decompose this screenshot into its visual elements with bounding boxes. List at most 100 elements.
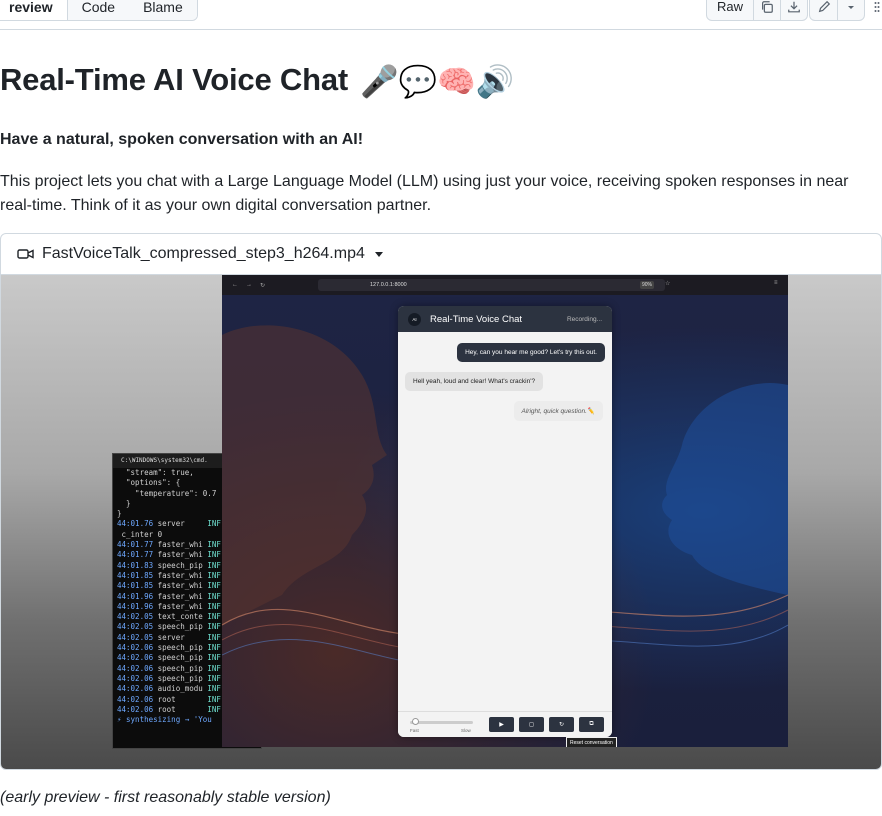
raw-button[interactable]: Raw: [707, 0, 753, 20]
kebab-icon: [874, 2, 879, 12]
tab-code[interactable]: Code: [67, 0, 130, 20]
chevron-down-icon: [848, 5, 854, 9]
log-timestamp: 44:02.05: [117, 612, 154, 622]
copy-raw-button[interactable]: [753, 0, 780, 20]
star-icon: ☆: [665, 281, 671, 287]
recording-status: Recording...: [566, 315, 602, 323]
log-level: INF: [207, 591, 221, 601]
video-camera-icon: [17, 249, 34, 259]
log-timestamp: 44:01.77: [117, 550, 154, 560]
browser-toolbar: ← → ↻ 127.0.0.1:8000 90% ☆ ≡: [222, 275, 788, 295]
log-source: c_inter 0: [121, 529, 163, 539]
stop-icon: ◻: [529, 722, 534, 728]
url-bar: 127.0.0.1:8000: [318, 279, 665, 291]
play-icon: ▶: [499, 722, 504, 728]
log-timestamp: 44:02.06: [117, 673, 154, 683]
log-timestamp: 44:01.96: [117, 601, 154, 611]
caret-down-icon: [374, 251, 383, 257]
download-button[interactable]: [780, 0, 807, 20]
readme-title-text: Real-Time AI Voice Chat: [0, 62, 348, 97]
log-timestamp: 44:01.76: [117, 519, 154, 529]
forward-icon: →: [246, 282, 252, 288]
log-timestamp: 44:01.77: [117, 540, 154, 550]
chat-header: AI Real-Time Voice Chat Recording...: [398, 306, 612, 332]
log-level: INF: [207, 550, 221, 560]
log-source: server: [157, 519, 203, 529]
log-level: INF: [207, 601, 221, 611]
readme-caption: (early preview - first reasonably stable…: [0, 789, 331, 806]
readme-title: Real-Time AI Voice Chat 🎤💬🧠🔊: [0, 62, 514, 100]
pencil-icon: [818, 0, 830, 12]
edit-actions-group: [809, 0, 865, 21]
stop-button[interactable]: ◻: [519, 717, 544, 732]
log-source: root: [157, 704, 203, 714]
browser-window: ← → ↻ 127.0.0.1:8000 90% ☆ ≡ AI Real-Tim…: [222, 275, 788, 747]
log-level: INF: [207, 581, 221, 591]
zoom-badge: 90%: [640, 281, 655, 289]
reset-button[interactable]: ↻: [549, 717, 574, 732]
log-timestamp: 44:02.06: [117, 653, 154, 663]
log-timestamp: 44:02.05: [117, 622, 154, 632]
view-tabs: review Code Blame: [0, 0, 198, 21]
voice-chat-panel: AI Real-Time Voice Chat Recording... Hey…: [398, 306, 612, 737]
log-level: INF: [207, 653, 221, 663]
left-face-silhouette: [222, 325, 387, 625]
video-card: FastVoiceTalk_compressed_step3_h264.mp4 …: [0, 233, 882, 770]
log-level: INF: [207, 704, 221, 714]
title-emoji-icons: 🎤💬🧠🔊: [360, 64, 515, 100]
log-level: INF: [207, 612, 221, 622]
readme-tagline: Have a natural, spoken conversation with…: [0, 131, 364, 148]
log-source: speech_pip: [157, 622, 203, 632]
back-icon: ←: [232, 282, 238, 288]
tab-preview[interactable]: review: [0, 0, 68, 20]
log-level: INF: [207, 540, 221, 550]
log-timestamp: 44:02.05: [117, 632, 154, 642]
speed-slider-knob[interactable]: [412, 718, 419, 725]
log-source: speech_pip: [157, 653, 203, 663]
log-level: INF: [207, 684, 221, 694]
download-icon: [788, 1, 800, 12]
video-filename: FastVoiceTalk_compressed_step3_h264.mp4: [42, 245, 365, 262]
file-actions-group: Raw: [706, 0, 809, 21]
log-source: server: [157, 632, 203, 642]
start-button[interactable]: ▶: [489, 717, 514, 732]
log-level: INF: [207, 663, 221, 673]
log-source: speech_pip: [157, 643, 203, 653]
log-level: INF: [207, 673, 221, 683]
log-source: faster_whi: [157, 581, 203, 591]
log-timestamp: 44:02.06: [117, 694, 154, 704]
log-source: audio_modu: [157, 684, 203, 694]
message-ai: Hell yeah, loud and clear! What's cracki…: [405, 372, 544, 391]
chat-title: Real-Time Voice Chat: [430, 313, 523, 325]
log-timestamp: 44:02.06: [117, 643, 154, 653]
copy-chat-icon: ⧉: [589, 721, 594, 727]
more-options-button[interactable]: [871, 0, 882, 14]
log-timestamp: 44:02.06: [117, 684, 154, 694]
log-level: INF: [207, 560, 221, 570]
log-source: faster_whi: [157, 570, 203, 580]
tab-blame[interactable]: Blame: [129, 0, 197, 20]
log-level: INF: [207, 570, 221, 580]
speed-slider[interactable]: [410, 721, 473, 724]
log-source: speech_pip: [157, 560, 203, 570]
chat-logo: AI: [408, 312, 421, 326]
slider-label-fast: Fast: [410, 728, 419, 733]
edit-options-button[interactable]: [837, 0, 864, 20]
edit-button[interactable]: [810, 0, 837, 20]
reset-tooltip: Reset conversation: [566, 737, 617, 747]
log-source: speech_pip: [157, 673, 203, 683]
log-level: INF: [207, 622, 221, 632]
menu-icon: ≡: [774, 280, 778, 286]
log-timestamp: 44:01.83: [117, 560, 154, 570]
log-source: faster_whi: [157, 591, 203, 601]
log-source: text_conte: [157, 612, 203, 622]
slider-label-slow: Slow: [461, 728, 471, 733]
video-player[interactable]: C:\WINDOWS\system32\cmd. "stream": true,…: [1, 275, 881, 769]
copy-button[interactable]: ⧉: [579, 717, 604, 732]
log-source: faster_whi: [157, 601, 203, 611]
video-file-menu[interactable]: FastVoiceTalk_compressed_step3_h264.mp4: [1, 234, 881, 275]
reload-icon: ↻: [260, 282, 266, 289]
log-source: speech_pip: [157, 663, 203, 673]
message-user: Hey, can you hear me good? Let's try thi…: [457, 343, 605, 362]
log-level: INF: [207, 643, 221, 653]
